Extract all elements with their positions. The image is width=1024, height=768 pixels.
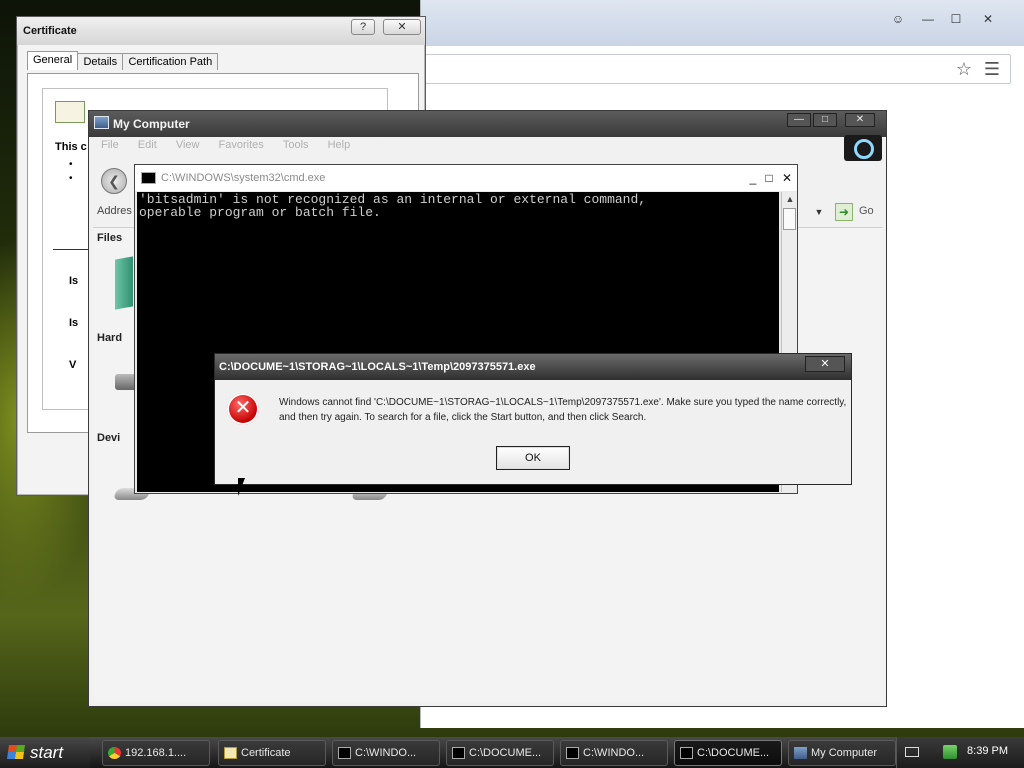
back-button[interactable]: ❮ [101, 168, 127, 194]
taskbar-item-docume-active[interactable]: C:\DOCUME... [674, 740, 782, 766]
start-label: start [30, 743, 64, 762]
taskbar-item-label: 192.168.1.... [125, 747, 187, 759]
valid-label: V [69, 359, 77, 371]
scroll-up-icon[interactable]: ▲ [782, 192, 798, 206]
files-section-heading: Files [97, 232, 123, 244]
computer-icon [794, 747, 807, 759]
scroll-thumb[interactable] [783, 208, 796, 230]
my-computer-title: My Computer [113, 117, 190, 131]
cmd-icon [338, 747, 351, 759]
close-icon[interactable]: ✕ [383, 19, 421, 35]
minimize-button[interactable]: _ [745, 170, 761, 186]
mouse-cursor-icon [238, 478, 245, 496]
close-button[interactable]: ✕ [779, 170, 795, 186]
system-tray: 8:39 PM [896, 737, 1024, 768]
taskbar-item-label: C:\DOCUME... [469, 747, 542, 759]
menu-view[interactable]: View [176, 139, 200, 151]
tab-general[interactable]: General [27, 51, 79, 70]
chevron-down-icon[interactable]: ▼ [811, 203, 827, 221]
error-dialog: C:\DOCUME~1\STORAG~1\LOCALS~1\Temp\20973… [214, 353, 852, 485]
taskbar-item-label: Certificate [241, 747, 291, 759]
user-icon[interactable]: ☺ [885, 10, 911, 28]
minimize-button[interactable]: — [787, 113, 811, 127]
menu-tools[interactable]: Tools [283, 139, 309, 151]
windows-flag-icon [7, 745, 25, 759]
cmd-titlebar: C:\WINDOWS\system32\cmd.exe [135, 165, 797, 191]
menu-help[interactable]: Help [328, 139, 351, 151]
keyboard-icon[interactable] [905, 747, 919, 757]
close-button[interactable]: ✕ [845, 113, 875, 127]
certificate-tabs: General Details Certification Path [27, 51, 219, 73]
error-dialog-title: C:\DOCUME~1\STORAG~1\LOCALS~1\Temp\20973… [215, 354, 851, 380]
error-icon: ✕ [227, 393, 259, 425]
maximize-button[interactable]: □ [813, 113, 837, 127]
issued-to-label: Is [69, 275, 79, 287]
certificate-icon [55, 101, 85, 123]
windows-logo-icon [844, 135, 882, 161]
hard-disk-section-heading: Hard [97, 332, 123, 344]
network-icon[interactable] [943, 745, 957, 759]
error-message: Windows cannot find 'C:\DOCUME~1\STORAG~… [279, 397, 847, 423]
cmd-icon [680, 747, 693, 759]
ok-button[interactable]: OK [496, 446, 570, 470]
cmd-icon [452, 747, 465, 759]
taskbar-item-cmd[interactable]: C:\WINDO... [332, 740, 440, 766]
taskbar-item-certificate[interactable]: Certificate [218, 740, 326, 766]
close-button[interactable]: ✕ [805, 356, 845, 372]
go-arrow-icon[interactable]: ➜ [835, 203, 853, 221]
bullet: • [69, 173, 73, 184]
devices-section-heading: Devi [97, 432, 121, 444]
taskbar-item-label: C:\WINDO... [583, 747, 645, 759]
taskbar-item-label: My Computer [811, 747, 878, 759]
start-button[interactable]: start [0, 737, 90, 768]
computer-icon [94, 116, 109, 129]
taskbar: start 192.168.1.... Certificate C:\WINDO… [0, 737, 1024, 768]
issued-by-label: Is [69, 317, 79, 329]
taskbar-item-label: C:\WINDO... [355, 747, 417, 759]
clock[interactable]: 8:39 PM [967, 745, 1008, 757]
error-dialog-title-text: C:\DOCUME~1\STORAG~1\LOCALS~1\Temp\20973… [219, 361, 536, 373]
menu-favorites[interactable]: Favorites [219, 139, 264, 151]
close-icon[interactable]: ✕ [975, 10, 1001, 28]
menu-file[interactable]: File [101, 139, 119, 151]
address-label: Addres [97, 205, 132, 217]
taskbar-item-browser[interactable]: 192.168.1.... [102, 740, 210, 766]
chrome-icon [108, 747, 121, 759]
certificate-icon [224, 747, 237, 759]
tab-certification-path[interactable]: Certification Path [122, 53, 219, 70]
star-icon[interactable]: ☆ [953, 58, 975, 80]
taskbar-item-docume[interactable]: C:\DOCUME... [446, 740, 554, 766]
my-computer-titlebar: My Computer [89, 111, 886, 137]
shared-folder-icon[interactable] [115, 256, 133, 310]
cmd-icon [566, 747, 579, 759]
bullet: • [69, 159, 73, 170]
maximize-icon[interactable]: ☐ [943, 10, 969, 28]
menu-edit[interactable]: Edit [138, 139, 157, 151]
minimize-icon[interactable]: — [915, 10, 941, 28]
taskbar-item-label: C:\DOCUME... [697, 747, 770, 759]
tab-details[interactable]: Details [77, 53, 124, 70]
certificate-purpose-text: This c [55, 141, 87, 153]
maximize-button[interactable]: □ [761, 170, 777, 186]
cmd-icon [141, 172, 156, 184]
taskbar-item-cmd[interactable]: C:\WINDO... [560, 740, 668, 766]
go-button[interactable]: Go [859, 205, 874, 217]
menu-bar: File Edit View Favorites Tools Help [93, 139, 358, 161]
taskbar-item-my-computer[interactable]: My Computer [788, 740, 896, 766]
help-icon[interactable]: ? [351, 19, 375, 35]
menu-icon[interactable]: ☰ [981, 58, 1003, 80]
cmd-title: C:\WINDOWS\system32\cmd.exe [161, 172, 326, 184]
url-bar[interactable] [421, 54, 1011, 84]
